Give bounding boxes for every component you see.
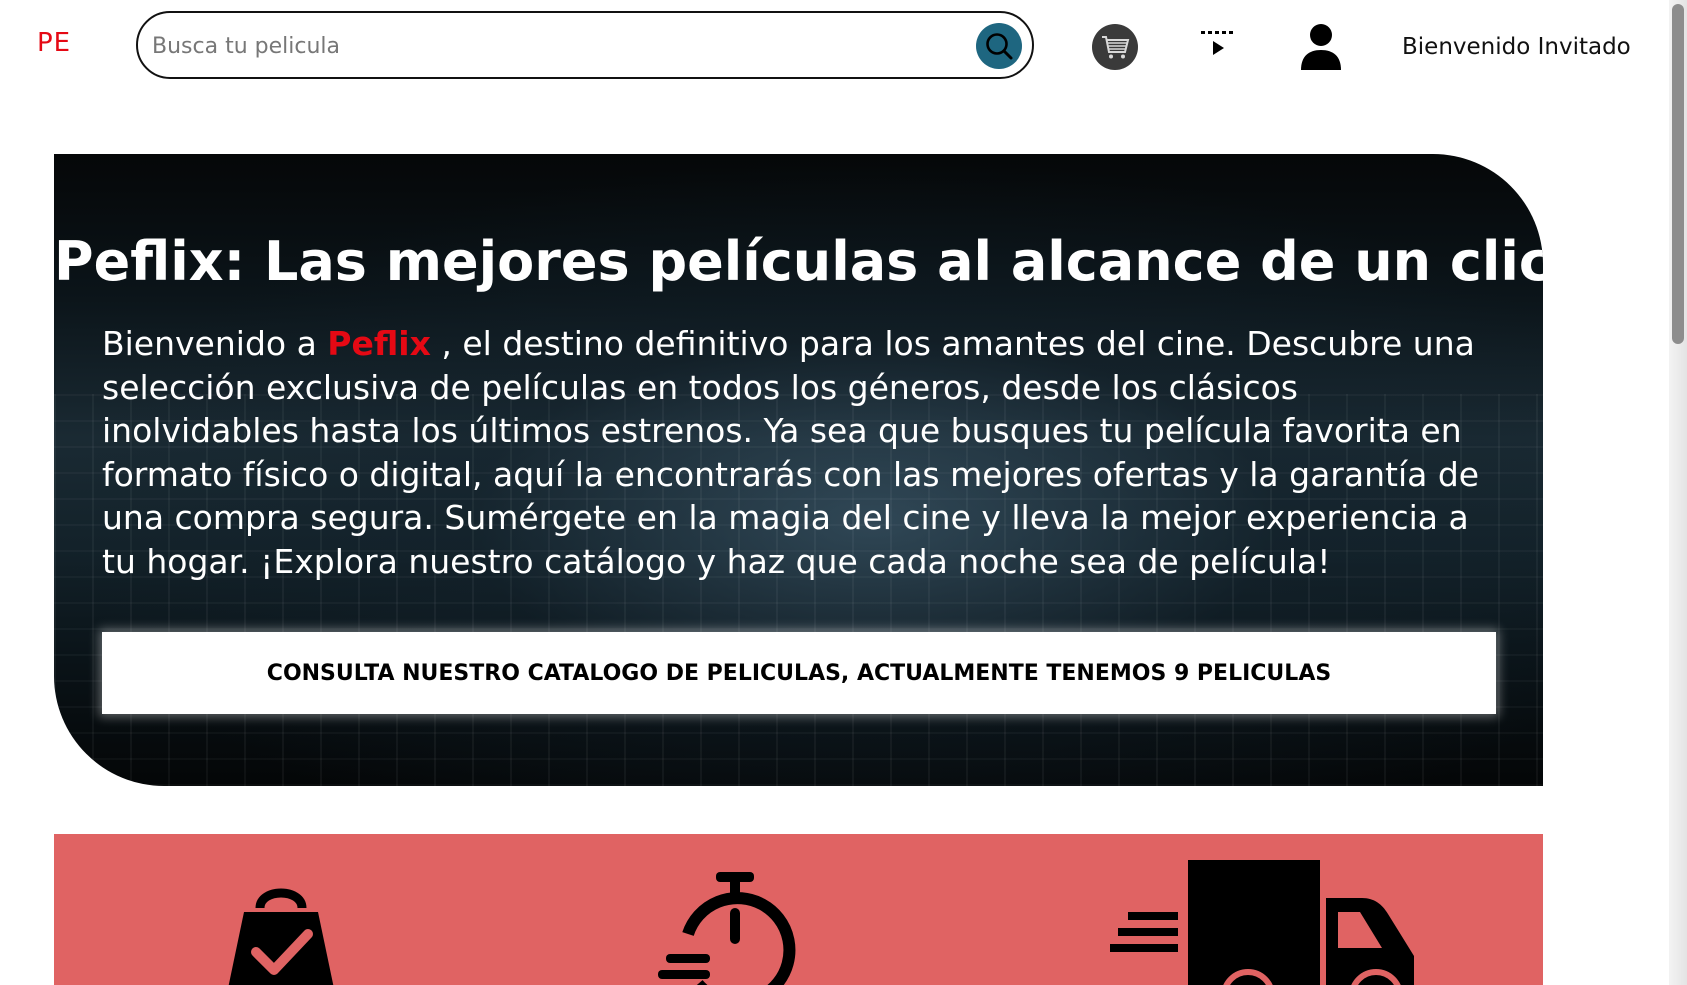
playlist-button[interactable]: [1196, 24, 1242, 64]
catalog-button[interactable]: CONSULTA NUESTRO CATALOGO DE PELICULAS, …: [102, 632, 1496, 714]
features-band: [54, 834, 1543, 985]
hero-banner: Peflix: Las mejores películas al alcance…: [54, 154, 1543, 786]
search-input[interactable]: [150, 25, 964, 67]
scrollbar-thumb[interactable]: [1672, 4, 1684, 344]
fast-timer-icon: [658, 872, 796, 985]
search-icon: [986, 33, 1013, 60]
search-button[interactable]: [976, 23, 1022, 69]
hero-text-intro: Bienvenido a: [102, 324, 328, 363]
cart-icon: [1102, 36, 1130, 59]
user-icon: [1301, 24, 1341, 70]
shopping-bag-check-icon: [228, 888, 334, 985]
search-box: [136, 11, 1034, 79]
brand-name: Peflix: [327, 324, 431, 363]
welcome-text: Bienvenido Invitado: [1402, 34, 1631, 60]
playlist-play-icon: [1201, 31, 1233, 55]
hero-title: Peflix: Las mejores películas al alcance…: [54, 230, 1543, 293]
hero-description: Bienvenido a Peflix , el destino definit…: [102, 322, 1502, 583]
vertical-scrollbar[interactable]: [1669, 0, 1687, 985]
fast-delivery-truck-icon: [1110, 860, 1414, 985]
cart-button[interactable]: [1092, 24, 1138, 70]
user-button[interactable]: [1298, 22, 1344, 72]
page: PE Busca tu pelicula Bienvenido Invitado…: [0, 0, 1687, 985]
logo[interactable]: PE: [37, 28, 71, 58]
